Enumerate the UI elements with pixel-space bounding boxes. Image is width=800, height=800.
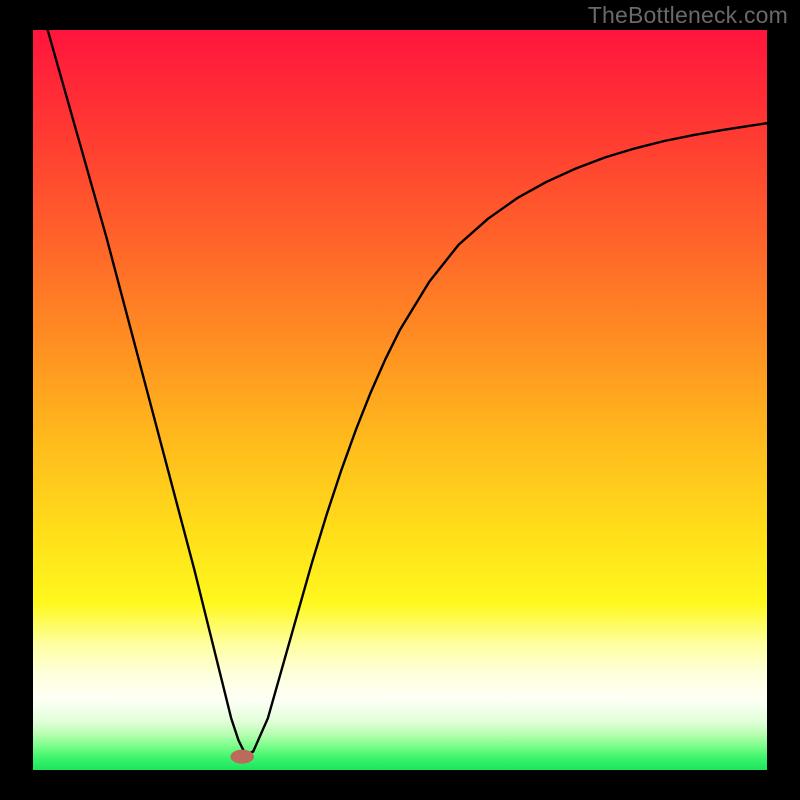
bottleneck-chart: [0, 0, 800, 800]
chart-frame: TheBottleneck.com: [0, 0, 800, 800]
optimal-point-marker: [230, 750, 253, 764]
watermark-text: TheBottleneck.com: [588, 2, 788, 29]
plot-background: [33, 30, 767, 770]
